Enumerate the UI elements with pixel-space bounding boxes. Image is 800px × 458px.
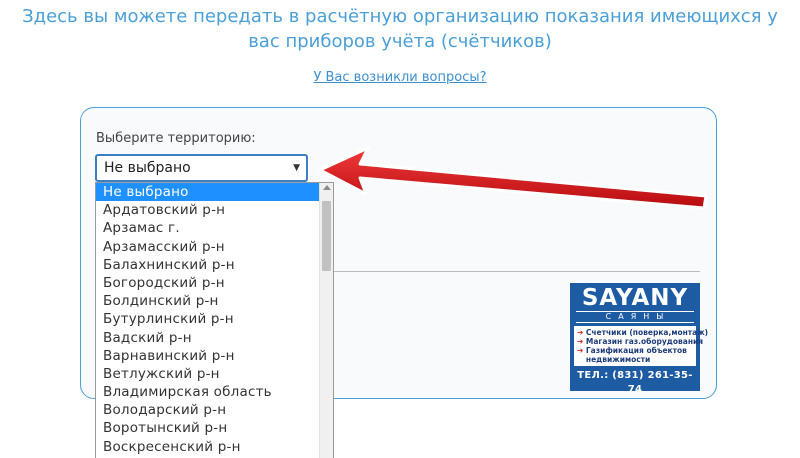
red-arrow-shape	[318, 146, 708, 210]
red-arrow-icon	[318, 146, 708, 210]
